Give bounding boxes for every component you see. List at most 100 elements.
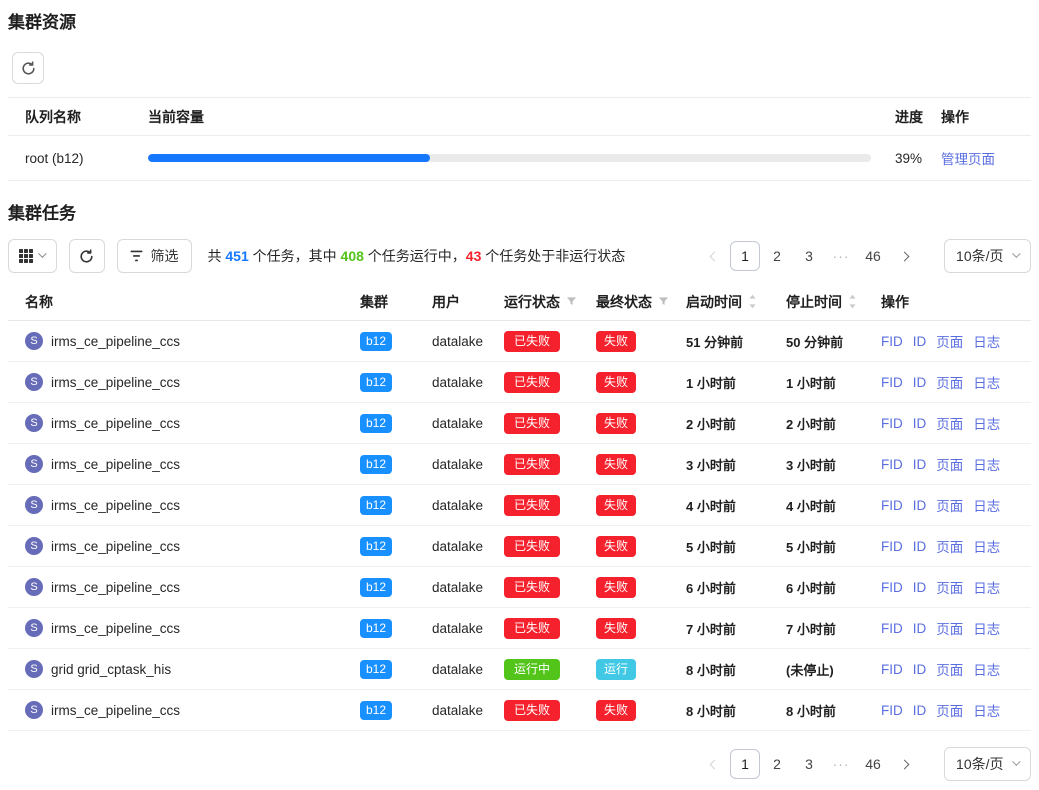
task-action-link-3[interactable]: 日志 <box>973 618 1000 638</box>
task-action-link-0[interactable]: FID <box>881 498 903 513</box>
page-number-2[interactable]: 2 <box>762 749 792 779</box>
task-action-link-1[interactable]: ID <box>913 703 927 718</box>
page-number-1[interactable]: 1 <box>730 241 760 271</box>
task-action-link-2[interactable]: 页面 <box>936 372 963 392</box>
task-action-link-1[interactable]: ID <box>913 457 927 472</box>
task-action-link-0[interactable]: FID <box>881 580 903 595</box>
task-user: datalake <box>424 334 496 349</box>
column-header-action: 操作 <box>941 107 1031 127</box>
column-sorter-icon[interactable] <box>848 294 857 309</box>
task-action-link-3[interactable]: 日志 <box>973 700 1000 720</box>
filter-button[interactable]: 筛选 <box>117 239 192 273</box>
page-number-46[interactable]: 46 <box>858 241 888 271</box>
task-action-link-1[interactable]: ID <box>913 580 927 595</box>
layout-switch-button[interactable] <box>8 239 57 273</box>
page-number-46[interactable]: 46 <box>858 749 888 779</box>
task-action-link-2[interactable]: 页面 <box>936 495 963 515</box>
task-row: S irms_ce_pipeline_ccs b12 datalake 已失败 … <box>8 403 1031 444</box>
column-header-6[interactable]: 停止时间 <box>778 292 873 312</box>
page-size-select[interactable]: 10条/页 <box>944 747 1031 781</box>
task-action-link-2[interactable]: 页面 <box>936 536 963 556</box>
column-header-3[interactable]: 运行状态 <box>496 292 588 312</box>
task-action-link-2[interactable]: 页面 <box>936 577 963 597</box>
next-page-button[interactable] <box>890 242 918 270</box>
page-ellipsis[interactable]: ··· <box>826 756 856 772</box>
task-action-link-2[interactable]: 页面 <box>936 700 963 720</box>
column-label: 名称 <box>25 292 53 312</box>
column-sorter-icon[interactable] <box>748 294 757 309</box>
task-action-link-3[interactable]: 日志 <box>973 577 1000 597</box>
task-action-link-1[interactable]: ID <box>913 662 927 677</box>
column-filter-icon[interactable] <box>658 296 669 307</box>
task-action-link-0[interactable]: FID <box>881 662 903 677</box>
task-actions: FID ID 页面日志 <box>873 495 1031 515</box>
task-action-link-0[interactable]: FID <box>881 457 903 472</box>
task-action-link-0[interactable]: FID <box>881 334 903 349</box>
task-action-link-1[interactable]: ID <box>913 621 927 636</box>
prev-page-button[interactable] <box>700 242 728 270</box>
task-action-link-0[interactable]: FID <box>881 416 903 431</box>
task-action-link-1[interactable]: ID <box>913 498 927 513</box>
column-header-5[interactable]: 启动时间 <box>678 292 778 312</box>
task-action-link-2[interactable]: 页面 <box>936 659 963 679</box>
task-action-link-2[interactable]: 页面 <box>936 454 963 474</box>
task-action-link-3[interactable]: 日志 <box>973 413 1000 433</box>
task-action-link-1[interactable]: ID <box>913 334 927 349</box>
task-row: S irms_ce_pipeline_ccs b12 datalake 已失败 … <box>8 690 1031 731</box>
task-action-link-0[interactable]: FID <box>881 703 903 718</box>
task-action-link-3[interactable]: 日志 <box>973 536 1000 556</box>
column-header-1: 集群 <box>352 292 424 312</box>
page-number-3[interactable]: 3 <box>794 241 824 271</box>
task-action-link-0[interactable]: FID <box>881 539 903 554</box>
task-name: irms_ce_pipeline_ccs <box>51 457 180 472</box>
task-user: datalake <box>424 580 496 595</box>
column-label: 运行状态 <box>504 292 560 312</box>
task-action-link-3[interactable]: 日志 <box>973 495 1000 515</box>
task-action-link-3[interactable]: 日志 <box>973 331 1000 351</box>
manage-page-link[interactable]: 管理页面 <box>941 152 995 167</box>
cluster-tasks-title: 集群任务 <box>8 203 1031 225</box>
task-user: datalake <box>424 621 496 636</box>
tasks-refresh-button[interactable] <box>69 239 105 273</box>
resources-refresh-button[interactable] <box>12 52 44 84</box>
page-number-1[interactable]: 1 <box>730 749 760 779</box>
column-header-4[interactable]: 最终状态 <box>588 292 678 312</box>
task-action-link-3[interactable]: 日志 <box>973 659 1000 679</box>
task-action-link-2[interactable]: 页面 <box>936 413 963 433</box>
task-user: datalake <box>424 703 496 718</box>
task-action-link-1[interactable]: ID <box>913 416 927 431</box>
stop-time: 7 小时前 <box>778 619 873 638</box>
task-avatar: S <box>25 619 43 637</box>
task-action-link-2[interactable]: 页面 <box>936 331 963 351</box>
page-size-value: 10条/页 <box>956 246 1003 266</box>
task-name-cell: S irms_ce_pipeline_ccs <box>8 619 352 637</box>
task-action-link-0[interactable]: FID <box>881 621 903 636</box>
start-time: 4 小时前 <box>678 496 778 515</box>
column-label: 最终状态 <box>596 292 652 312</box>
task-action-link-3[interactable]: 日志 <box>973 454 1000 474</box>
column-header-7: 操作 <box>873 292 1031 312</box>
page-number-2[interactable]: 2 <box>762 241 792 271</box>
final-status-badge: 失败 <box>596 618 636 639</box>
task-action-link-1[interactable]: ID <box>913 539 927 554</box>
page-size-select[interactable]: 10条/页 <box>944 239 1031 273</box>
page-number-3[interactable]: 3 <box>794 749 824 779</box>
task-action-link-1[interactable]: ID <box>913 375 927 390</box>
cluster-badge: b12 <box>360 455 392 474</box>
column-header-0: 名称 <box>8 292 352 312</box>
summary-text: 共 <box>208 248 226 264</box>
task-avatar: S <box>25 660 43 678</box>
task-actions: FID ID 页面日志 <box>873 577 1031 597</box>
task-avatar: S <box>25 701 43 719</box>
prev-page-button[interactable] <box>700 750 728 778</box>
next-page-button[interactable] <box>890 750 918 778</box>
cluster-badge: b12 <box>360 414 392 433</box>
task-name-cell: S irms_ce_pipeline_ccs <box>8 578 352 596</box>
column-header-queue: 队列名称 <box>8 107 148 127</box>
page-ellipsis[interactable]: ··· <box>826 248 856 264</box>
column-filter-icon[interactable] <box>566 296 577 307</box>
tasks-table-body: S irms_ce_pipeline_ccs b12 datalake 已失败 … <box>8 321 1031 731</box>
task-action-link-2[interactable]: 页面 <box>936 618 963 638</box>
task-action-link-0[interactable]: FID <box>881 375 903 390</box>
task-action-link-3[interactable]: 日志 <box>973 372 1000 392</box>
